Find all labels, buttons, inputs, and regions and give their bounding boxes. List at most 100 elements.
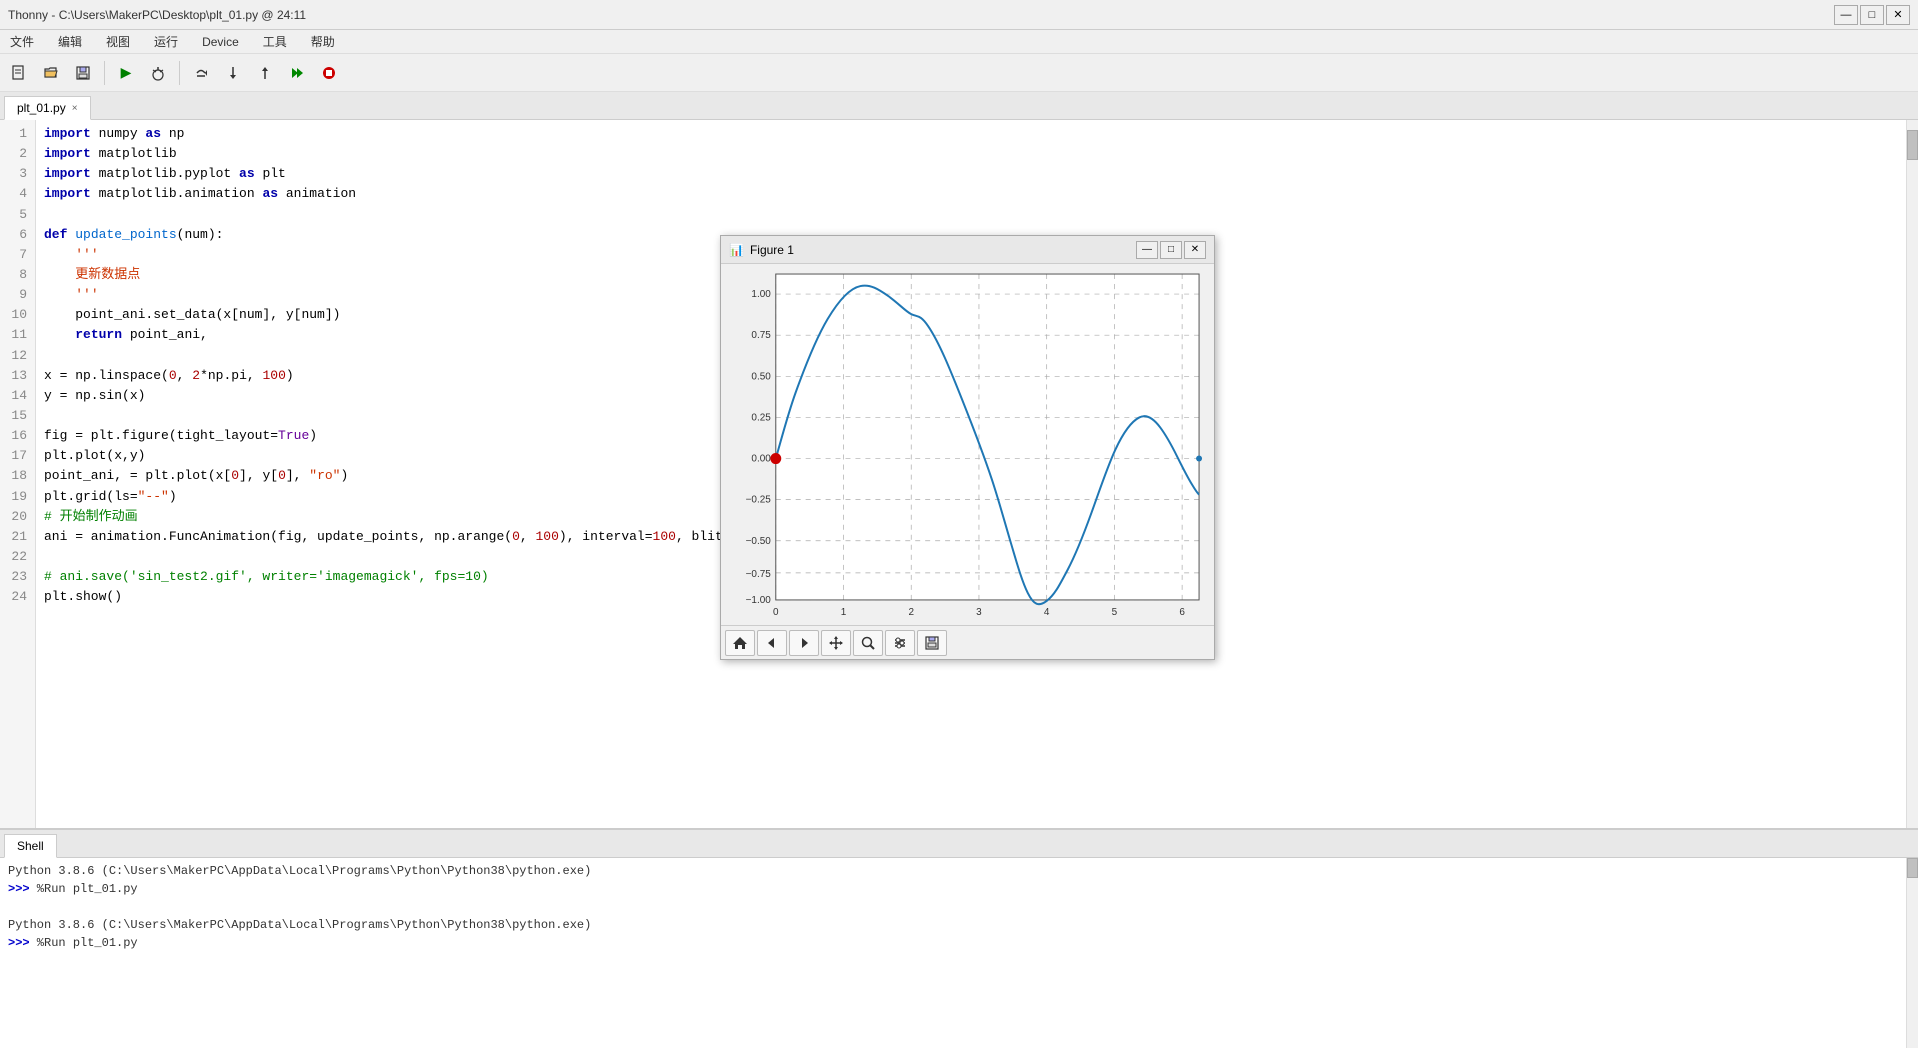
shell-scrollbar-thumb[interactable] <box>1907 858 1918 878</box>
figure-titlebar-left: 📊 Figure 1 <box>729 243 794 257</box>
svg-text:6: 6 <box>1179 607 1185 618</box>
shell-tab-bar: Shell <box>0 830 1918 858</box>
svg-text:−0.75: −0.75 <box>746 569 772 580</box>
file-tab[interactable]: plt_01.py × <box>4 96 91 120</box>
menu-tools[interactable]: 工具 <box>257 31 293 52</box>
menu-help[interactable]: 帮助 <box>305 31 341 52</box>
stop-icon <box>321 65 337 81</box>
step-out-icon <box>257 65 273 81</box>
config-icon <box>892 635 908 651</box>
tab-label: plt_01.py <box>17 101 66 115</box>
resume-button[interactable] <box>282 59 312 87</box>
debug-icon <box>150 65 166 81</box>
tab-close-button[interactable]: × <box>72 103 78 114</box>
resume-icon <box>289 65 305 81</box>
scrollbar-thumb[interactable] <box>1907 130 1918 160</box>
toolbar-sep-2 <box>179 61 180 85</box>
figure-forward-button[interactable] <box>789 630 819 656</box>
shell-line: >>> %Run plt_01.py <box>8 934 1898 952</box>
step-out-button[interactable] <box>250 59 280 87</box>
shell-line: >>> %Run plt_01.py <box>8 880 1898 898</box>
forward-icon <box>796 635 812 651</box>
svg-text:4: 4 <box>1044 607 1050 618</box>
shell-tab[interactable]: Shell <box>4 834 57 858</box>
maximize-button[interactable]: □ <box>1860 5 1884 25</box>
figure-config-button[interactable] <box>885 630 915 656</box>
step-over-icon <box>193 65 209 81</box>
toolbar-sep-1 <box>104 61 105 85</box>
new-icon <box>11 65 27 81</box>
pan-icon <box>828 635 844 651</box>
shell-area: Shell Python 3.8.6 (C:\Users\MakerPC\App… <box>0 828 1918 1048</box>
svg-text:−0.25: −0.25 <box>746 495 772 506</box>
step-over-button[interactable] <box>186 59 216 87</box>
menu-edit[interactable]: 编辑 <box>52 31 88 52</box>
main-area: 1 2 3 4 5 6 7 8 9 10 11 12 13 14 15 16 1… <box>0 120 1918 1048</box>
figure-save-button[interactable] <box>917 630 947 656</box>
svg-text:5: 5 <box>1112 607 1118 618</box>
figure-minimize-button[interactable]: — <box>1136 241 1158 259</box>
figure-maximize-button[interactable]: □ <box>1160 241 1182 259</box>
figure-zoom-button[interactable] <box>853 630 883 656</box>
svg-text:0.00: 0.00 <box>751 454 771 465</box>
figure-close-button[interactable]: ✕ <box>1184 241 1206 259</box>
figure-titlebar-controls[interactable]: — □ ✕ <box>1136 241 1206 259</box>
shell-scrollbar[interactable] <box>1906 858 1918 1048</box>
figure-home-button[interactable] <box>725 630 755 656</box>
figure-back-button[interactable] <box>757 630 787 656</box>
line-numbers: 1 2 3 4 5 6 7 8 9 10 11 12 13 14 15 16 1… <box>0 120 36 828</box>
menu-bar: 文件 编辑 视图 运行 Device 工具 帮助 <box>0 30 1918 54</box>
svg-text:0.50: 0.50 <box>751 371 771 382</box>
title-bar: Thonny - C:\Users\MakerPC\Desktop\plt_01… <box>0 0 1918 30</box>
tab-bar: plt_01.py × <box>0 92 1918 120</box>
figure-titlebar: 📊 Figure 1 — □ ✕ <box>721 236 1214 264</box>
figure-window: 📊 Figure 1 — □ ✕ <box>720 235 1215 660</box>
editor-scrollbar[interactable] <box>1906 120 1918 828</box>
minimize-button[interactable]: — <box>1834 5 1858 25</box>
svg-text:2: 2 <box>908 607 914 618</box>
close-button[interactable]: ✕ <box>1886 5 1910 25</box>
figure-title: Figure 1 <box>750 243 794 257</box>
figure-icon: 📊 <box>729 243 744 257</box>
save-button[interactable] <box>68 59 98 87</box>
shell-content[interactable]: Python 3.8.6 (C:\Users\MakerPC\AppData\L… <box>0 858 1906 1048</box>
open-button[interactable] <box>36 59 66 87</box>
svg-text:−0.50: −0.50 <box>746 536 772 547</box>
app-title: Thonny - C:\Users\MakerPC\Desktop\plt_01… <box>8 8 306 22</box>
step-into-icon <box>225 65 241 81</box>
title-bar-controls[interactable]: — □ ✕ <box>1834 5 1910 25</box>
toolbar: ▶ <box>0 54 1918 92</box>
svg-text:1.00: 1.00 <box>751 289 771 300</box>
shell-line: Python 3.8.6 (C:\Users\MakerPC\AppData\L… <box>8 862 1898 880</box>
menu-device[interactable]: Device <box>196 33 245 51</box>
figure-save-icon <box>924 635 940 651</box>
menu-run[interactable]: 运行 <box>148 31 184 52</box>
home-icon <box>732 635 748 651</box>
step-into-button[interactable] <box>218 59 248 87</box>
save-icon <box>75 65 91 81</box>
plot-area: 1.00 0.75 0.50 0.25 0.00 −0.25 −0.50 −0.… <box>721 264 1214 625</box>
svg-text:−1.00: −1.00 <box>746 595 772 606</box>
shell-tab-label: Shell <box>17 839 44 853</box>
back-icon <box>764 635 780 651</box>
title-bar-left: Thonny - C:\Users\MakerPC\Desktop\plt_01… <box>8 8 306 22</box>
shell-row: Python 3.8.6 (C:\Users\MakerPC\AppData\L… <box>0 858 1918 1048</box>
figure-toolbar <box>721 625 1214 659</box>
plot-svg: 1.00 0.75 0.50 0.25 0.00 −0.25 −0.50 −0.… <box>721 264 1214 625</box>
debug-button[interactable] <box>143 59 173 87</box>
menu-view[interactable]: 视图 <box>100 31 136 52</box>
svg-text:3: 3 <box>976 607 982 618</box>
shell-line: Python 3.8.6 (C:\Users\MakerPC\AppData\L… <box>8 916 1898 934</box>
svg-text:0.25: 0.25 <box>751 412 771 423</box>
shell-line <box>8 898 1898 916</box>
svg-text:0: 0 <box>773 607 779 618</box>
svg-text:1: 1 <box>841 607 847 618</box>
svg-text:0.75: 0.75 <box>751 330 771 341</box>
zoom-icon <box>860 635 876 651</box>
stop-button[interactable] <box>314 59 344 87</box>
menu-file[interactable]: 文件 <box>4 31 40 52</box>
figure-pan-button[interactable] <box>821 630 851 656</box>
new-button[interactable] <box>4 59 34 87</box>
open-icon <box>43 65 59 81</box>
run-button[interactable]: ▶ <box>111 59 141 87</box>
